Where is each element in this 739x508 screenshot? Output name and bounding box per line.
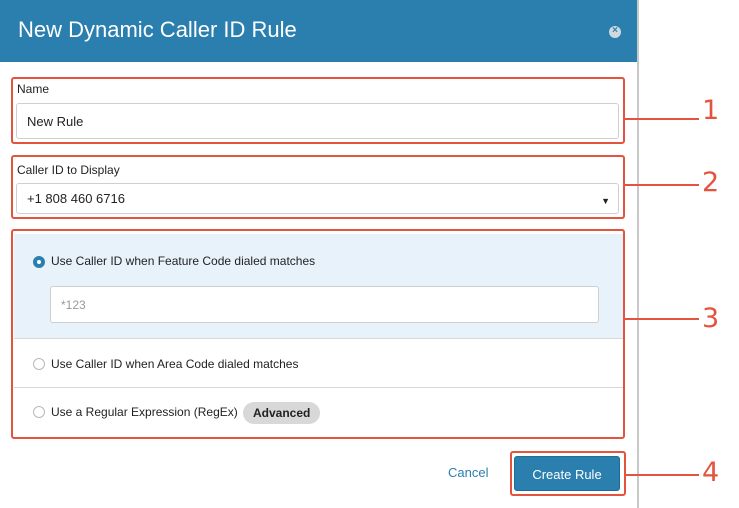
divider (14, 387, 624, 388)
area-code-option-label[interactable]: Use Caller ID when Area Code dialed matc… (51, 357, 298, 371)
callout-number-1: 1 (702, 95, 720, 126)
callout-leader-1 (625, 118, 699, 120)
advanced-badge: Advanced (243, 402, 321, 424)
callout-leader-3 (625, 318, 699, 320)
name-input-value: New Rule (27, 113, 84, 129)
callout-number-2: 2 (702, 167, 720, 198)
feature-code-input[interactable]: *123 (50, 286, 599, 323)
feature-code-input-placeholder: *123 (61, 297, 86, 312)
caller-id-select-value: +1 808 460 6716 (27, 191, 125, 206)
dialog-header: New Dynamic Caller ID Rule × (0, 0, 637, 62)
divider (14, 338, 624, 339)
caller-id-label: Caller ID to Display (17, 163, 120, 177)
feature-code-radio[interactable] (33, 256, 45, 268)
name-label: Name (17, 82, 50, 96)
create-rule-button[interactable]: Create Rule (514, 456, 620, 491)
dialog-title: New Dynamic Caller ID Rule (18, 17, 297, 42)
regex-radio[interactable] (33, 406, 45, 418)
name-input[interactable]: New Rule (16, 103, 619, 139)
dialog: New Dynamic Caller ID Rule × Name New Ru… (0, 0, 637, 508)
regex-option-label[interactable]: Use a Regular Expression (RegEx) (51, 405, 238, 419)
caret-down-icon: ▼ (601, 196, 610, 206)
caller-id-select[interactable]: +1 808 460 6716 ▼ (16, 183, 619, 214)
callout-number-4: 4 (702, 457, 720, 488)
cancel-button[interactable]: Cancel (448, 465, 488, 480)
callout-leader-4 (626, 474, 699, 476)
callout-leader-2 (625, 184, 699, 186)
dialog-edge (637, 0, 639, 508)
close-icon[interactable]: × (609, 25, 621, 38)
feature-code-option-label[interactable]: Use Caller ID when Feature Code dialed m… (51, 254, 315, 268)
area-code-radio[interactable] (33, 358, 45, 370)
callout-number-3: 3 (702, 303, 720, 334)
